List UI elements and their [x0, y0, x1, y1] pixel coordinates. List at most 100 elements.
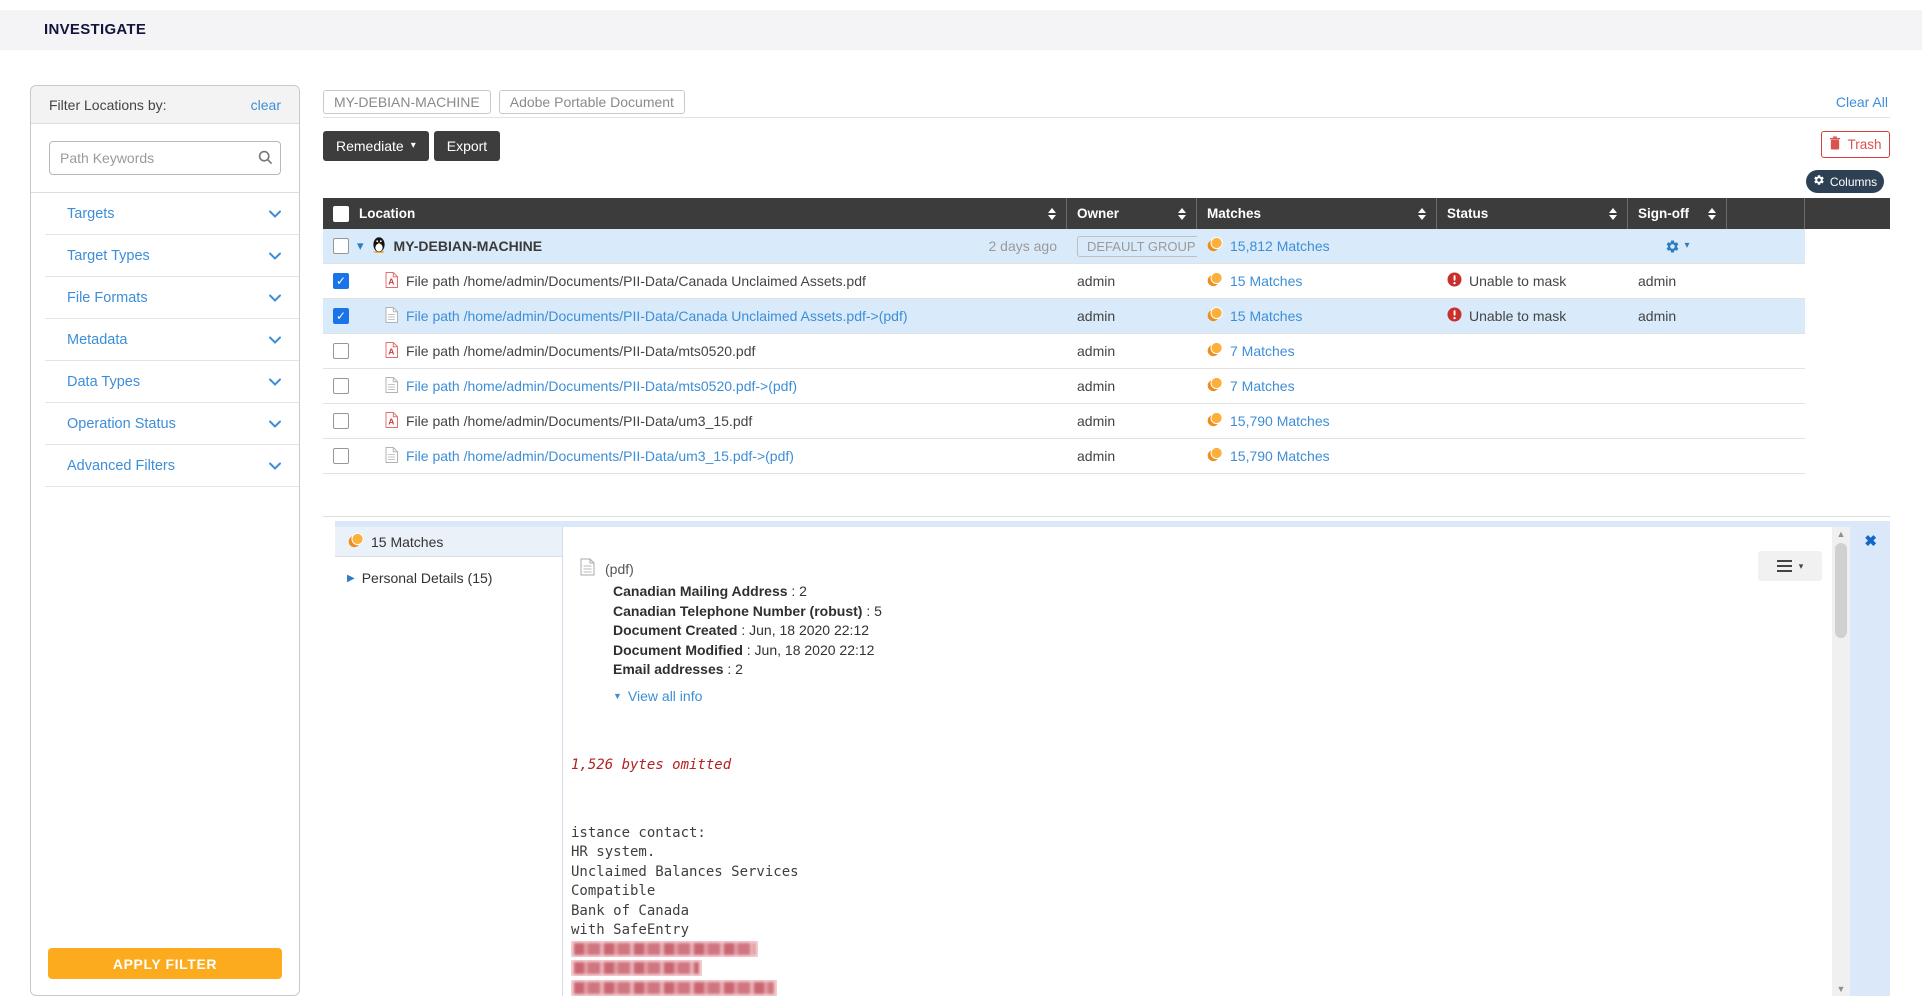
row-checkbox[interactable]: [333, 448, 349, 464]
owner-cell: admin: [1067, 299, 1197, 333]
table-row[interactable]: A File path /home/admin/Documents/PII-Da…: [323, 334, 1805, 369]
columns-button[interactable]: Columns: [1806, 170, 1884, 193]
table-body: ▾ MY-DEBIAN-MACHINE 2 days ago DEFAULT G…: [323, 229, 1890, 474]
category-personal-details[interactable]: ▶ Personal Details (15): [347, 570, 562, 586]
scrollbar-thumb[interactable]: [1835, 543, 1847, 638]
table-row[interactable]: ✓ File path /home/admin/Documents/PII-Da…: [323, 299, 1805, 334]
sidebar-item-label: Targets: [67, 206, 115, 222]
preview-text: Unclaimed Balances Services: [571, 864, 799, 880]
sidebar-item-target-types[interactable]: Target Types: [31, 235, 299, 277]
remediate-button[interactable]: Remediate ▾: [323, 131, 429, 161]
sidebar-item-operation-status[interactable]: Operation Status: [31, 403, 299, 445]
sidebar-item-advanced-filters[interactable]: Advanced Filters: [31, 445, 299, 487]
caret-down-icon: ▾: [411, 141, 416, 151]
file-path[interactable]: File path /home/admin/Documents/PII-Data…: [406, 378, 797, 394]
category-label: Personal Details (15): [362, 570, 493, 586]
owner-cell: admin: [1067, 369, 1197, 403]
table-row[interactable]: File path /home/admin/Documents/PII-Data…: [323, 369, 1805, 404]
row-checkbox[interactable]: [333, 343, 349, 359]
matches-link[interactable]: 15,790 Matches: [1207, 412, 1330, 430]
preview-line: [571, 941, 1363, 961]
sort-icon: [1170, 208, 1186, 220]
active-filters-bar: MY-DEBIAN-MACHINE Adobe Portable Document…: [323, 86, 1890, 118]
group-matches-cell: 15,812 Matches: [1197, 229, 1437, 263]
preview-menu-button[interactable]: ▾: [1758, 551, 1822, 581]
matches-link[interactable]: 15 Matches: [1207, 307, 1302, 325]
view-all-info-link[interactable]: ▼ View all info: [613, 688, 882, 704]
file-info-line: Canadian Telephone Number (robust) : 5: [613, 602, 882, 622]
matches-link[interactable]: 7 Matches: [1207, 377, 1295, 395]
apply-filter-button[interactable]: APPLY FILTER: [48, 948, 282, 979]
scroll-down-icon[interactable]: ▼: [1837, 982, 1846, 996]
text-file-icon: [385, 307, 398, 326]
group-status-cell: [1437, 229, 1628, 263]
status-cell: [1437, 334, 1628, 368]
table-row-group[interactable]: ▾ MY-DEBIAN-MACHINE 2 days ago DEFAULT G…: [323, 229, 1805, 264]
alert-icon: [1447, 307, 1462, 325]
close-icon[interactable]: ✖: [1864, 532, 1877, 550]
sidebar-item-data-types[interactable]: Data Types: [31, 361, 299, 403]
row-checkbox[interactable]: ✓: [333, 308, 349, 324]
column-header-location[interactable]: Location: [323, 198, 1067, 229]
row-checkbox[interactable]: [333, 413, 349, 429]
sidebar-item-metadata[interactable]: Metadata: [31, 319, 299, 361]
clear-filters-link[interactable]: clear: [251, 97, 281, 113]
row-checkbox[interactable]: [333, 378, 349, 394]
tag-icon: [1207, 412, 1223, 430]
file-info-line: Document Modified : Jun, 18 2020 22:12: [613, 641, 882, 661]
trash-button[interactable]: Trash: [1821, 131, 1890, 158]
matches-link[interactable]: 15 Matches: [1207, 272, 1302, 290]
file-path[interactable]: File path /home/admin/Documents/PII-Data…: [406, 448, 794, 464]
matches-link[interactable]: 15,812 Matches: [1207, 237, 1330, 255]
extra-cell: [1727, 439, 1805, 473]
signoff-cell: admin: [1628, 299, 1727, 333]
text-file-icon: [385, 377, 398, 396]
sort-icon: [1040, 208, 1056, 220]
group-checkbox[interactable]: [333, 238, 349, 254]
filter-chip[interactable]: MY-DEBIAN-MACHINE: [323, 90, 491, 114]
select-all-checkbox[interactable]: [333, 206, 349, 222]
chevron-down-icon: [269, 462, 281, 470]
signoff-cell: [1628, 404, 1727, 438]
matches-link[interactable]: 15,790 Matches: [1207, 447, 1330, 465]
extra-cell: [1727, 299, 1805, 333]
scroll-up-icon[interactable]: ▲: [1837, 527, 1846, 541]
preview-lines: istance contact:HR system.Unclaimed Bala…: [571, 824, 1363, 997]
column-label: Owner: [1077, 206, 1119, 221]
table-row[interactable]: ✓ A File path /home/admin/Documents/PII-…: [323, 264, 1805, 299]
search-input[interactable]: [49, 141, 281, 175]
results-table: Location Owner Matches Status Sign-off: [323, 198, 1890, 517]
svg-text:A: A: [388, 276, 394, 286]
export-button[interactable]: Export: [434, 131, 500, 161]
filter-chip[interactable]: Adobe Portable Document: [499, 90, 685, 114]
preview-scrollbar[interactable]: ▲ ▼: [1832, 527, 1850, 996]
sidebar-item-label: Data Types: [67, 374, 140, 390]
file-preview-panel: 15 Matches ▶ Personal Details (15) ▾ (pd…: [335, 521, 1890, 996]
column-header-signoff[interactable]: Sign-off: [1628, 198, 1727, 229]
column-header-matches[interactable]: Matches: [1197, 198, 1437, 229]
matches-link[interactable]: 7 Matches: [1207, 342, 1295, 360]
file-path[interactable]: File path /home/admin/Documents/PII-Data…: [406, 308, 908, 324]
row-actions-gear-icon[interactable]: ▾: [1665, 239, 1689, 254]
status-cell: Unable to mask: [1437, 299, 1628, 333]
clear-all-link[interactable]: Clear All: [1836, 94, 1888, 110]
preview-line: with SafeEntry: [571, 921, 1363, 941]
column-header-status[interactable]: Status: [1437, 198, 1628, 229]
caret-down-solid-icon: ▼: [613, 691, 622, 701]
matches-count-label: 15 Matches: [371, 534, 443, 550]
matches-cell: 15 Matches: [1197, 264, 1437, 298]
sidebar-item-targets[interactable]: Targets: [31, 193, 299, 235]
file-info-line: Email addresses : 2: [613, 660, 882, 680]
preview-text: with SafeEntry: [571, 922, 689, 938]
table-row[interactable]: File path /home/admin/Documents/PII-Data…: [323, 439, 1805, 474]
file-location-cell: A File path /home/admin/Documents/PII-Da…: [323, 334, 1067, 368]
row-checkbox[interactable]: ✓: [333, 273, 349, 289]
table-row[interactable]: A File path /home/admin/Documents/PII-Da…: [323, 404, 1805, 439]
expand-caret-icon[interactable]: ▾: [357, 238, 364, 254]
filter-chips: MY-DEBIAN-MACHINE Adobe Portable Document: [323, 90, 685, 114]
signoff-cell: [1628, 369, 1727, 403]
column-header-owner[interactable]: Owner: [1067, 198, 1197, 229]
sidebar-item-file-formats[interactable]: File Formats: [31, 277, 299, 319]
file-info-head: (pdf): [580, 558, 882, 579]
file-info-line: Canadian Mailing Address : 2: [613, 582, 882, 602]
